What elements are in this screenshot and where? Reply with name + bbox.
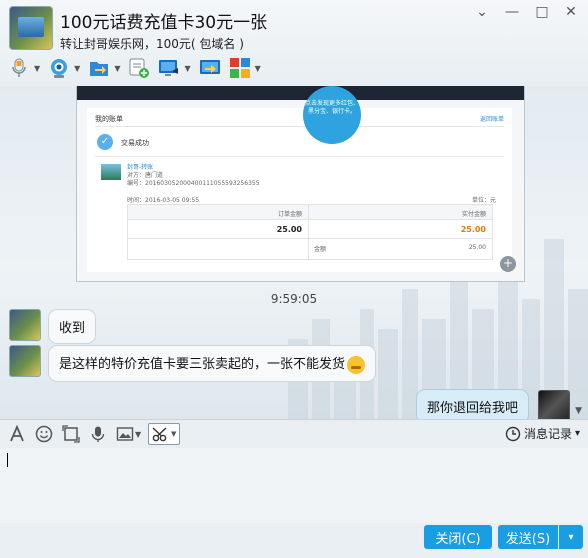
image-icon[interactable]	[115, 424, 135, 444]
chat-history[interactable]: 我的账单 返回账单 ✓ 交易成功 封哥-转账 对方：唐门道 编号：2016030…	[0, 86, 588, 419]
file-transfer-button[interactable]: ▼	[88, 57, 120, 79]
contact-avatar[interactable]	[9, 309, 41, 341]
divider	[95, 126, 504, 127]
zoom-icon[interactable]: +	[500, 256, 516, 272]
shared-screenshot-image[interactable]: 我的账单 返回账单 ✓ 交易成功 封哥-转账 对方：唐门道 编号：2016030…	[76, 86, 525, 282]
send-options-button[interactable]: ▾	[559, 525, 583, 549]
item-thumbnail	[101, 164, 121, 180]
voice-call-button[interactable]: ▼	[8, 57, 40, 79]
amount-table: 订单金额 实付金额 25.00 25.00 金额 25.00	[127, 204, 493, 260]
message-text: 是这样的特价充值卡要三张卖起的，一张不能发货	[59, 357, 346, 372]
clock-icon	[505, 426, 521, 441]
message-timestamp: 9:59:05	[270, 292, 318, 306]
screen-share-button[interactable]	[199, 57, 221, 79]
message-bubble[interactable]: 是这样的特价充值卡要三张卖起的，一张不能发货	[48, 345, 377, 382]
my-avatar[interactable]	[538, 390, 570, 419]
receipt-back-link: 返回账单	[479, 116, 504, 123]
emoji-icon[interactable]	[34, 424, 54, 444]
amount-row-label: 金额	[314, 246, 327, 253]
chat-window: 100元话费充值卡30元一张 转让封哥娱乐网，100元( 包域名 ) ⌄ — □…	[0, 0, 588, 558]
share-screen-icon	[199, 57, 221, 79]
footer-bar: 关闭(C) 发送(S) ▾	[0, 523, 588, 558]
contact-avatar[interactable]	[9, 6, 53, 50]
input-toolbar: ▼ ▼ 消息记录 ▾	[0, 419, 588, 448]
message-history-button[interactable]: 消息记录 ▾	[505, 425, 580, 442]
chevron-down-icon[interactable]: ▼	[575, 406, 582, 416]
paid-amount-header: 实付金额	[461, 211, 486, 218]
chevron-down-icon[interactable]: ▼	[114, 64, 120, 73]
emoji-icon	[347, 355, 366, 374]
amount-row-value: 25.00	[468, 244, 486, 251]
trade-status: 交易成功	[121, 139, 149, 147]
order-amount: 25.00	[276, 225, 302, 234]
unit-label: 单位：元	[471, 197, 496, 204]
maximize-button[interactable]: □	[530, 4, 554, 20]
receipt-card: 我的账单 返回账单 ✓ 交易成功 封哥-转账 对方：唐门道 编号：2016030…	[87, 108, 512, 272]
message-input[interactable]	[0, 448, 588, 523]
paid-amount: 25.00	[460, 225, 486, 234]
minimize-button[interactable]: —	[500, 4, 524, 20]
receipt-header: 我的账单	[95, 115, 123, 123]
trade-time: 时间：2016-03-05 09:55	[127, 197, 200, 204]
message-bubble[interactable]: 收到	[48, 309, 97, 344]
monitor-icon	[158, 57, 180, 79]
folder-send-icon	[88, 57, 110, 79]
check-icon: ✓	[97, 134, 113, 150]
divider	[95, 156, 504, 157]
remote-desktop-button[interactable]: ▼	[158, 57, 191, 79]
chevron-down-icon[interactable]: ▼	[184, 64, 190, 73]
contact-signature: 转让封哥娱乐网，100元( 包域名 )	[60, 37, 244, 51]
chevron-down-icon: ▾	[574, 428, 580, 439]
title-bar: 100元话费充值卡30元一张 转让封哥娱乐网，100元( 包域名 ) ⌄ — □…	[0, 0, 588, 86]
screenshot-icon[interactable]	[61, 424, 81, 444]
note-add-icon	[128, 57, 150, 79]
close-window-button[interactable]: ✕	[559, 4, 583, 20]
close-button[interactable]: 关闭(C)	[424, 525, 492, 549]
menu-icon[interactable]: ⌄	[470, 4, 494, 20]
text-cursor	[7, 453, 8, 467]
message-bubble[interactable]: 那你退回给我吧	[415, 389, 529, 419]
promo-bubble: 点击发现更多红包、黑分宝、银行卡。	[303, 86, 361, 144]
order-amount-header: 订单金额	[277, 211, 302, 218]
chevron-down-icon[interactable]: ▼	[34, 64, 40, 73]
webcam-icon	[48, 57, 70, 79]
video-call-button[interactable]: ▼	[48, 57, 80, 79]
history-label: 消息记录	[523, 427, 572, 441]
window-title: 100元话费充值卡30元一张	[60, 13, 268, 33]
chat-toolbar: ▼ ▼ ▼ ▼ ▼	[8, 55, 269, 81]
microphone-icon[interactable]	[88, 424, 108, 444]
screenshot-top-band	[77, 86, 524, 100]
microphone-icon	[8, 57, 30, 79]
send-button[interactable]: 发送(S)	[498, 525, 558, 549]
contact-avatar[interactable]	[9, 345, 41, 377]
chevron-down-icon[interactable]: ▼	[74, 64, 80, 73]
chevron-down-icon[interactable]: ▼	[135, 430, 141, 439]
apps-button[interactable]: ▼	[229, 57, 261, 79]
new-message-button[interactable]	[128, 57, 150, 79]
chevron-down-icon[interactable]: ▼	[255, 64, 261, 73]
scissors-icon[interactable]: ▼	[148, 423, 181, 445]
item-number: 编号：201603052000400111055593256355	[127, 180, 260, 187]
font-icon[interactable]	[7, 424, 27, 444]
apps-grid-icon	[229, 57, 251, 79]
